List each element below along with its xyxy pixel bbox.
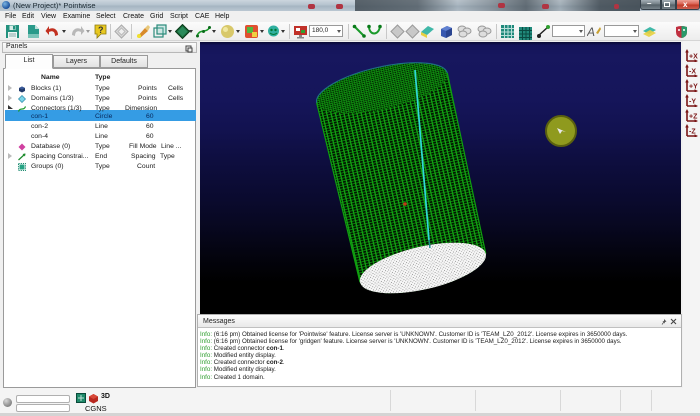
svg-text:+Y: +Y: [689, 84, 698, 91]
svg-text:+X: +X: [689, 54, 698, 61]
svg-text:-Y: -Y: [689, 99, 696, 106]
svg-text:-Z: -Z: [689, 129, 696, 136]
svg-text:+Z: +Z: [689, 114, 698, 121]
svg-text:-X: -X: [689, 69, 696, 76]
svg-text:?: ?: [98, 25, 104, 35]
svg-text:A: A: [587, 25, 595, 39]
